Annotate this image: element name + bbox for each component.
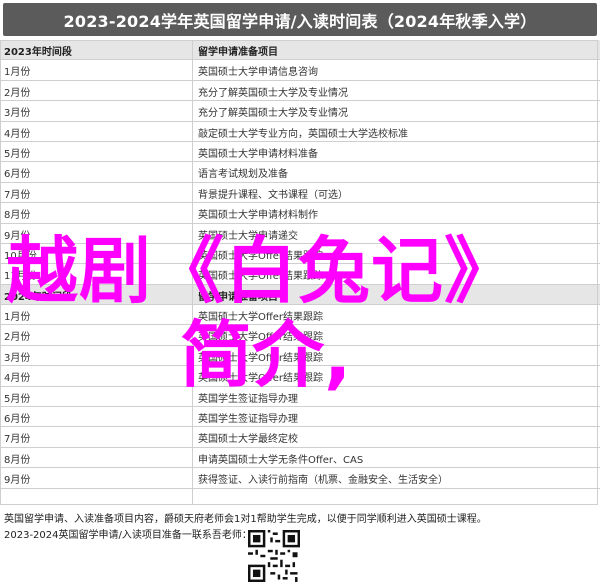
row-period: 6月份	[4, 414, 31, 426]
table-row: 7月份 英国硕士大学最终定校	[0, 427, 600, 448]
row-item: 充分了解英国硕士大学及专业情况	[198, 87, 348, 99]
row-period: 3月份	[4, 108, 31, 120]
row-item: 英国学生签证指导办理	[198, 414, 298, 426]
row-period: 2月份	[4, 332, 31, 344]
document-page: 2023-2024学年英国留学申请/入读时间表（2024年秋季入学） 2023年…	[0, 0, 600, 584]
page-title: 2023-2024学年英国留学申请/入读时间表（2024年秋季入学）	[3, 3, 597, 36]
footer-notes: 英国留学申请、入读准备项目内容，爵硕天府老师会1对1帮助学生完成，以便于同学顺利…	[4, 512, 487, 544]
table-row: 7月份 背景提升课程、文书课程（可选）	[0, 183, 600, 204]
row-period: 5月份	[4, 148, 31, 160]
footer-line-1: 英国留学申请、入读准备项目内容，爵硕天府老师会1对1帮助学生完成，以便于同学顺利…	[4, 514, 487, 525]
table-row: 4月份 敲定硕士大学专业方向，英国硕士大学选校标准	[0, 122, 600, 142]
row-period: 4月份	[4, 128, 31, 140]
row-period: 9月份	[4, 475, 31, 487]
overlay-subtitle: 简介,	[180, 313, 352, 397]
footer-line-2: 2023-2024英国留学申请/入读项目准备一联系吾老师：	[4, 530, 252, 541]
row-item: 获得签证、入读行前指南（机票、金融安全、生活安全）	[198, 475, 448, 487]
row-item: 英国硕士大学申请材料准备	[198, 148, 318, 160]
table-row: 5月份 英国硕士大学申请材料准备	[0, 142, 600, 163]
qr-code-icon	[248, 530, 300, 582]
row-item: 英国硕士大学最终定校	[198, 434, 298, 446]
header-period: 2023年时间段	[4, 47, 72, 58]
table-row: 6月份 语言考试规划及准备	[0, 162, 600, 183]
table-row: 2月份 充分了解英国硕士大学及专业情况	[0, 81, 600, 102]
row-item: 英国硕士大学申请信息咨询	[198, 67, 318, 79]
row-item: 语言考试规划及准备	[198, 169, 288, 181]
table-row: 6月份 英国学生签证指导办理	[0, 407, 600, 428]
row-period: 7月份	[4, 434, 31, 446]
row-item: 申请英国硕士大学无条件Offer、CAS	[198, 454, 364, 466]
row-period: 3月份	[4, 352, 31, 364]
table-header-row: 2023年时间段 留学申请准备项目	[0, 40, 600, 61]
row-period: 1月份	[4, 67, 31, 79]
row-period: 4月份	[4, 373, 31, 385]
table-row: 1月份 英国硕士大学申请信息咨询	[0, 60, 600, 81]
row-period: 8月份	[4, 454, 31, 466]
row-item: 背景提升课程、文书课程（可选）	[198, 189, 348, 201]
row-period: 7月份	[4, 189, 31, 201]
row-period: 6月份	[4, 169, 31, 181]
table-row: 9月份 获得签证、入读行前指南（机票、金融安全、生活安全）	[0, 468, 600, 489]
row-item: 敲定硕士大学专业方向，英国硕士大学选校标准	[198, 128, 408, 140]
header-item: 留学申请准备项目	[198, 47, 278, 58]
row-period: 5月份	[4, 393, 31, 405]
row-period: 2月份	[4, 87, 31, 99]
table-row: 8月份 申请英国硕士大学无条件Offer、CAS	[0, 448, 600, 469]
table-row: 3月份 充分了解英国硕士大学及专业情况	[0, 101, 600, 122]
row-item: 充分了解英国硕士大学及专业情况	[198, 108, 348, 120]
